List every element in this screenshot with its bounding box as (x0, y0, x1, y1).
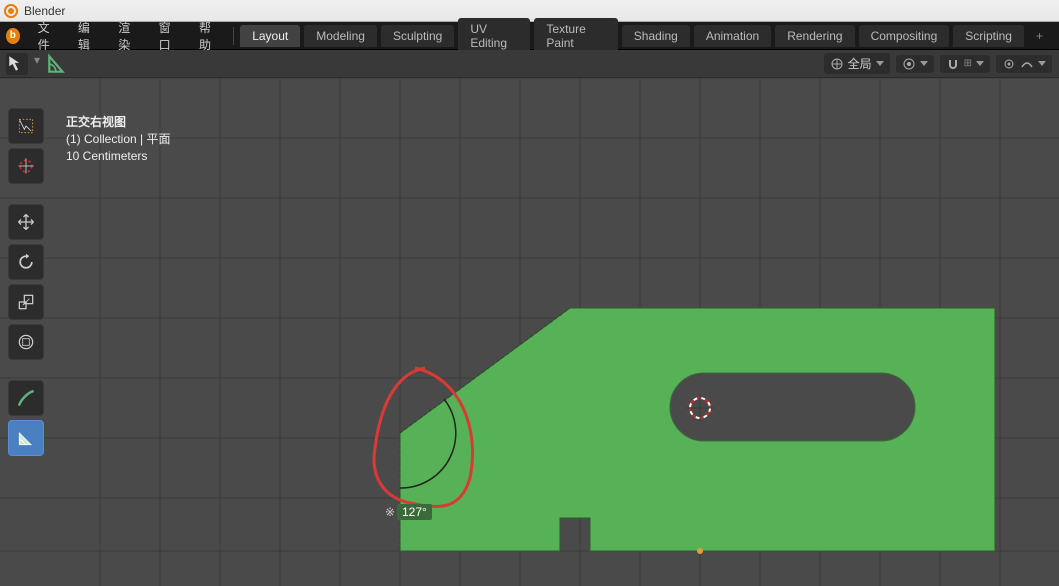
mesh-object (400, 308, 995, 551)
tab-shading[interactable]: Shading (622, 25, 690, 47)
snap-mode-icon: ⊞ (964, 58, 972, 69)
annotate-tool[interactable] (8, 380, 44, 416)
tab-scripting[interactable]: Scripting (953, 25, 1024, 47)
orientation-label: 全局 (848, 55, 872, 72)
pivot-dropdown[interactable] (895, 54, 935, 74)
dropdown-caret-icon[interactable]: ▾ (34, 53, 40, 75)
tab-layout[interactable]: Layout (240, 25, 300, 47)
rotate-tool[interactable] (8, 244, 44, 280)
angle-readout: 127° (397, 504, 432, 520)
tab-modeling[interactable]: Modeling (304, 25, 377, 47)
transform-orientation-dropdown[interactable]: 全局 (823, 52, 891, 75)
blender-logo-icon (4, 4, 18, 18)
scale-tool[interactable] (8, 284, 44, 320)
collection-path: (1) Collection | 平面 (66, 131, 170, 148)
blender-icon[interactable]: b (6, 28, 20, 44)
viewport-info: 正交右视图 (1) Collection | 平面 10 Centimeters (66, 114, 170, 164)
view-name: 正交右视图 (66, 114, 170, 131)
caret-down-icon (920, 61, 928, 66)
select-box-tool[interactable] (8, 108, 44, 144)
tab-animation[interactable]: Animation (694, 25, 771, 47)
tab-add[interactable]: + (1026, 25, 1053, 47)
tab-sculpting[interactable]: Sculpting (381, 25, 454, 47)
viewport-header: ▾ 全局 ⊞ (0, 50, 1059, 78)
snap-toggle[interactable]: ⊞ (939, 54, 991, 74)
top-menu-bar: b 文件 编辑 渲染 窗口 帮助 Layout Modeling Sculpti… (0, 22, 1059, 50)
cursor-tool-icon[interactable] (6, 53, 28, 75)
tab-compositing[interactable]: Compositing (859, 25, 950, 47)
move-tool[interactable] (8, 204, 44, 240)
tab-uv[interactable]: UV Editing (458, 18, 530, 54)
caret-down-icon (976, 61, 984, 66)
grid-scale: 10 Centimeters (66, 148, 170, 165)
transform-tool[interactable] (8, 324, 44, 360)
measure-tool[interactable] (8, 420, 44, 456)
angle-tool-icon[interactable] (46, 53, 68, 75)
origin-marker (697, 548, 703, 554)
cursor-tool[interactable] (8, 148, 44, 184)
toolbar-left (8, 108, 44, 456)
proportional-edit-toggle[interactable] (995, 54, 1053, 74)
tab-rendering[interactable]: Rendering (775, 25, 854, 47)
caret-down-icon (876, 61, 884, 66)
tab-texture[interactable]: Texture Paint (534, 18, 617, 54)
caret-down-icon (1038, 61, 1046, 66)
menu-divider (233, 27, 234, 45)
